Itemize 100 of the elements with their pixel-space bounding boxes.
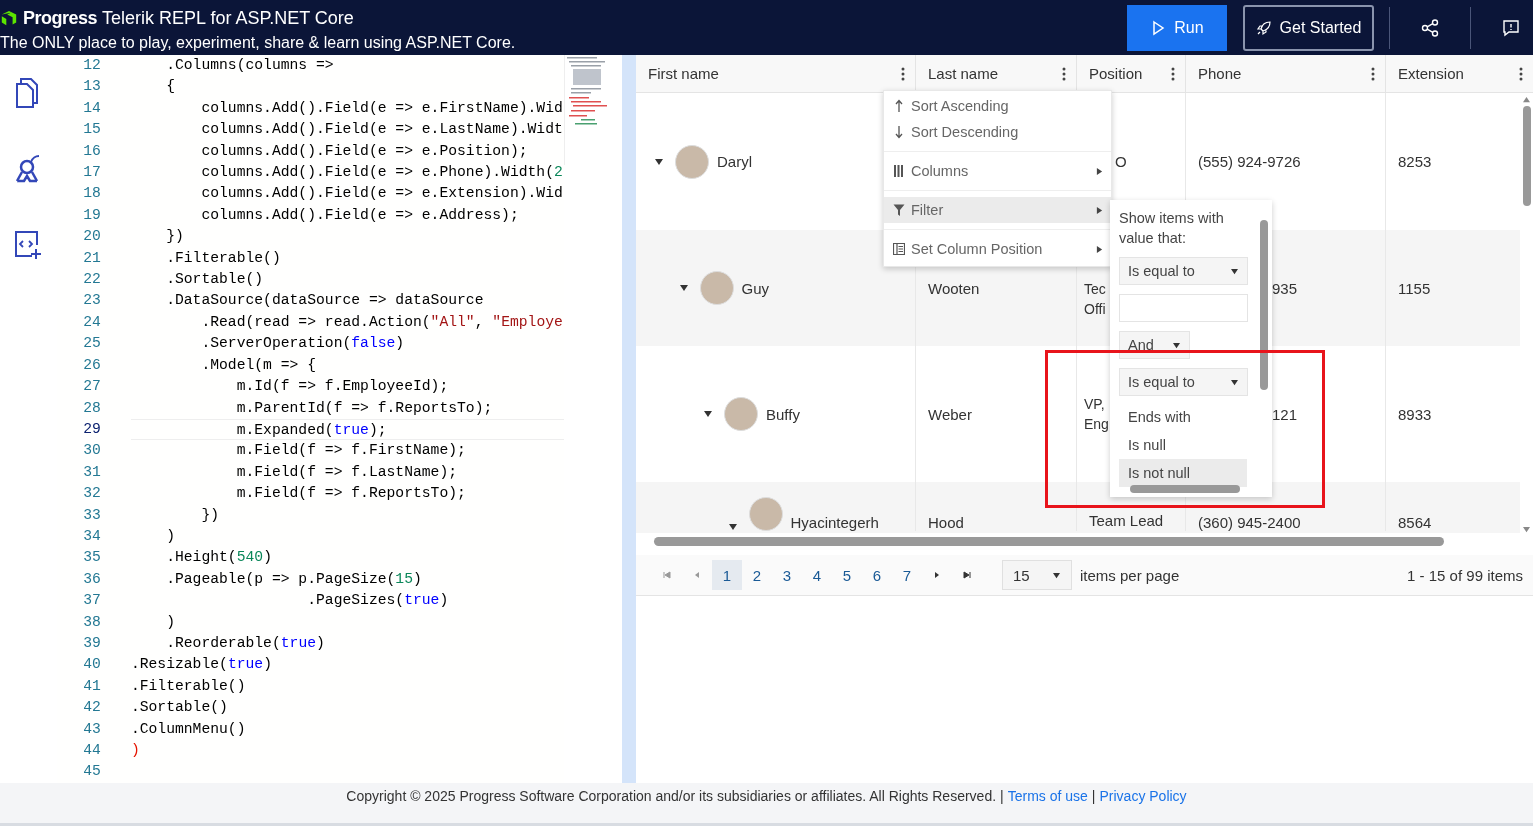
table-cell: Team Lead xyxy=(1089,511,1164,531)
line-number: 45 xyxy=(82,762,101,782)
line-number: 30 xyxy=(82,441,101,461)
table-cell: 1155 xyxy=(1398,279,1431,297)
line-number: 14 xyxy=(82,98,101,118)
operator-dropdown[interactable]: Is equal to xyxy=(1119,257,1248,285)
line-number: 12 xyxy=(82,56,101,75)
list-option[interactable]: Ends with xyxy=(1119,403,1247,431)
caret-icon xyxy=(1230,378,1239,386)
caret-icon[interactable] xyxy=(703,410,713,418)
column-header[interactable]: Last name xyxy=(928,65,999,82)
column-menu-icon[interactable] xyxy=(1519,66,1523,81)
code-line: }) xyxy=(200,506,220,523)
line-number: 23 xyxy=(82,291,101,311)
line-number: 20 xyxy=(82,227,101,247)
line-number: 33 xyxy=(82,505,101,525)
last-page-icon[interactable] xyxy=(962,570,972,580)
column-menu-icon[interactable] xyxy=(1171,66,1175,81)
code-line: m.Field(f => f.FirstName); xyxy=(235,442,466,459)
line-number: 41 xyxy=(82,676,101,696)
share-icon[interactable] xyxy=(1420,17,1440,38)
column-header[interactable]: First name xyxy=(648,65,719,82)
avatar xyxy=(748,497,783,531)
column-menu-icon[interactable] xyxy=(1062,66,1066,81)
line-number: 40 xyxy=(82,655,101,675)
column-header[interactable]: Extension xyxy=(1398,65,1464,82)
scroll-thumb[interactable] xyxy=(1522,106,1531,206)
horizontal-scrollbar[interactable] xyxy=(654,537,1444,546)
page-button[interactable]: 5 xyxy=(832,560,862,590)
minimap-drawing[interactable] xyxy=(564,55,610,165)
get-started-button[interactable]: Get Started xyxy=(1243,4,1374,51)
column-header[interactable]: Position xyxy=(1089,65,1143,82)
line-number: 19 xyxy=(82,205,101,225)
table-cell: O xyxy=(1115,151,1127,172)
page-button[interactable]: 6 xyxy=(862,560,892,590)
filter-prompt: Show items with value that: xyxy=(1119,209,1225,248)
line-number: 36 xyxy=(82,569,101,589)
code-line: }) xyxy=(165,228,184,245)
menu-item[interactable]: Set Column Position xyxy=(884,236,1111,262)
column-menu-icon[interactable] xyxy=(1371,66,1375,81)
page-button[interactable]: 2 xyxy=(742,560,772,590)
scroll-down-icon[interactable] xyxy=(1522,526,1531,533)
filter-value-field[interactable] xyxy=(1119,294,1248,322)
caret-icon[interactable] xyxy=(654,157,664,166)
caret-icon[interactable] xyxy=(727,523,738,531)
brand-name: Progress xyxy=(23,8,98,29)
table-cell: (555) 924-9726 xyxy=(1198,153,1301,170)
table-cell: Hood xyxy=(928,514,964,531)
line-number: 35 xyxy=(82,548,101,568)
page-button[interactable]: 1 xyxy=(712,560,742,590)
table-cell: 121 xyxy=(1272,405,1298,423)
code-line: columns.Add().Field(e => e.FirstName).Wid xyxy=(200,99,563,116)
code-line: .Reorderable(true) xyxy=(165,634,325,651)
avatar xyxy=(699,271,734,305)
menu-item[interactable]: Sort Ascending xyxy=(884,93,1111,119)
page-button[interactable]: 4 xyxy=(802,560,832,590)
add-code-icon[interactable] xyxy=(14,229,43,261)
code-line: .Filterable() xyxy=(165,249,281,266)
caret-icon xyxy=(1230,267,1239,275)
code-line: columns.Add().Field(e => e.Phone).Width(2 xyxy=(200,164,563,181)
code-line: columns.Add().Field(e => e.Position); xyxy=(200,142,528,159)
column-layout-icon xyxy=(893,242,905,256)
code-line: .Columns(columns => xyxy=(165,57,334,73)
page-size-dropdown[interactable]: 15 xyxy=(1002,560,1072,590)
table-cell: 935 xyxy=(1272,279,1298,297)
menu-item[interactable]: Columns xyxy=(884,158,1111,184)
app-title: REPL for ASP.NET Core xyxy=(159,8,354,29)
code-line: .Pageable(p => p.PageSize(15) xyxy=(165,570,422,587)
code-line: m.Field(f => f.ReportsTo); xyxy=(235,485,466,502)
column-menu-icon[interactable] xyxy=(901,66,905,81)
vertical-scrollbar[interactable] xyxy=(1520,96,1533,533)
list-option[interactable]: Is not null xyxy=(1119,459,1247,487)
logic-dropdown[interactable]: And xyxy=(1119,331,1190,359)
caret-icon xyxy=(1172,341,1181,349)
table-cell: Guy xyxy=(741,279,769,297)
table-cell-text: VP, Eng xyxy=(1084,395,1109,434)
submenu-arrow-icon xyxy=(1096,244,1103,254)
code-line: .Sortable() xyxy=(165,271,264,288)
page-button[interactable]: 3 xyxy=(772,560,802,590)
code-line: m.ParentId(f => f.ReportsTo); xyxy=(235,399,493,416)
code-line: .ServerOperation(false) xyxy=(200,335,405,352)
line-number: 24 xyxy=(82,312,101,332)
terms-link[interactable]: Terms of use xyxy=(1007,788,1088,804)
line-number: 37 xyxy=(82,591,101,611)
privacy-link[interactable]: Privacy Policy xyxy=(1099,788,1187,804)
run-button[interactable]: Run xyxy=(1127,4,1227,51)
line-number: 31 xyxy=(82,462,101,482)
column-header[interactable]: Phone xyxy=(1198,65,1242,82)
menu-item[interactable]: Sort Descending xyxy=(884,119,1111,145)
scroll-up-icon[interactable] xyxy=(1522,96,1531,103)
caret-icon[interactable] xyxy=(678,284,689,292)
code-line: ) xyxy=(165,527,175,544)
menu-item[interactable]: Filter xyxy=(884,197,1111,223)
feedback-icon[interactable] xyxy=(1501,17,1521,38)
line-number: 39 xyxy=(82,633,101,653)
first-page-icon[interactable] xyxy=(662,570,672,580)
operator-dropdown[interactable]: Is equal to xyxy=(1119,368,1248,396)
page-button[interactable]: 7 xyxy=(892,560,922,590)
list-option[interactable]: Is null xyxy=(1119,431,1247,459)
table-cell: Daryl xyxy=(717,153,752,170)
